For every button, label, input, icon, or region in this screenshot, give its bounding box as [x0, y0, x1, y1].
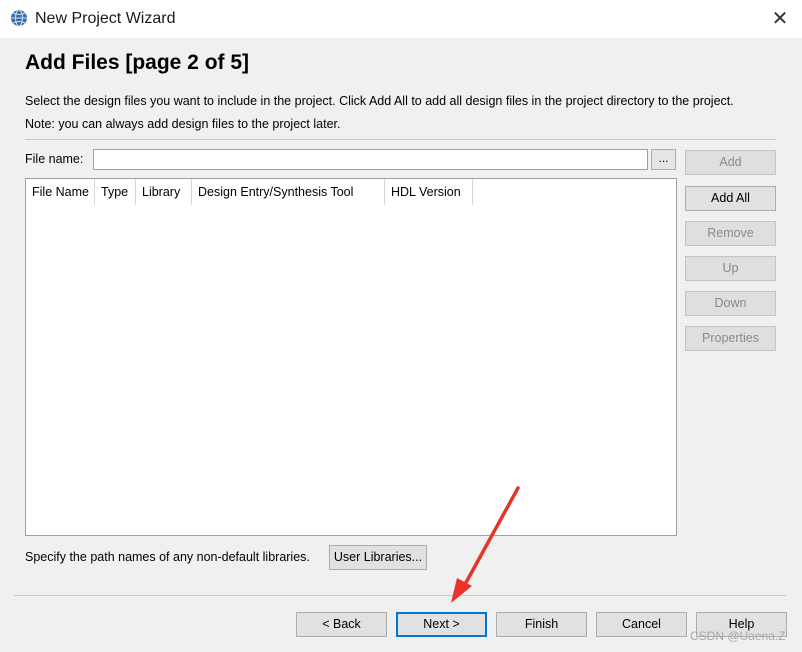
- cancel-button[interactable]: Cancel: [596, 612, 687, 637]
- close-button[interactable]: ✕: [766, 6, 794, 32]
- remove-button[interactable]: Remove: [685, 221, 776, 246]
- file-table[interactable]: File Name Type Library Design Entry/Synt…: [25, 178, 677, 536]
- page-title: Add Files [page 2 of 5]: [25, 51, 250, 74]
- back-button[interactable]: < Back: [296, 612, 387, 637]
- down-button[interactable]: Down: [685, 291, 776, 316]
- column-header-design-entry-tool[interactable]: Design Entry/Synthesis Tool: [192, 179, 385, 205]
- user-libraries-button[interactable]: User Libraries...: [329, 545, 427, 570]
- title-bar: New Project Wizard ✕: [0, 0, 802, 38]
- libraries-hint: Specify the path names of any non-defaul…: [25, 550, 310, 564]
- app-globe-icon: [11, 9, 27, 27]
- next-button[interactable]: Next >: [396, 612, 487, 637]
- column-header-type[interactable]: Type: [95, 179, 136, 205]
- add-all-button[interactable]: Add All: [685, 186, 776, 211]
- file-name-label: File name:: [25, 152, 84, 166]
- finish-button[interactable]: Finish: [496, 612, 587, 637]
- properties-button[interactable]: Properties: [685, 326, 776, 351]
- column-header-library[interactable]: Library: [136, 179, 192, 205]
- close-icon: ✕: [771, 8, 789, 30]
- browse-button[interactable]: ...: [651, 149, 676, 170]
- footer-divider: [14, 595, 786, 596]
- up-button[interactable]: Up: [685, 256, 776, 281]
- header-divider: [25, 139, 776, 140]
- page-description: Select the design files you want to incl…: [25, 94, 734, 108]
- page-note: Note: you can always add design files to…: [25, 117, 341, 131]
- file-name-input[interactable]: [93, 149, 648, 170]
- column-header-hdl-version[interactable]: HDL Version: [385, 179, 473, 205]
- window-title: New Project Wizard: [35, 10, 176, 27]
- watermark: CSDN @Uaena.Z: [690, 629, 786, 643]
- column-header-file-name[interactable]: File Name: [26, 179, 95, 205]
- add-button[interactable]: Add: [685, 150, 776, 175]
